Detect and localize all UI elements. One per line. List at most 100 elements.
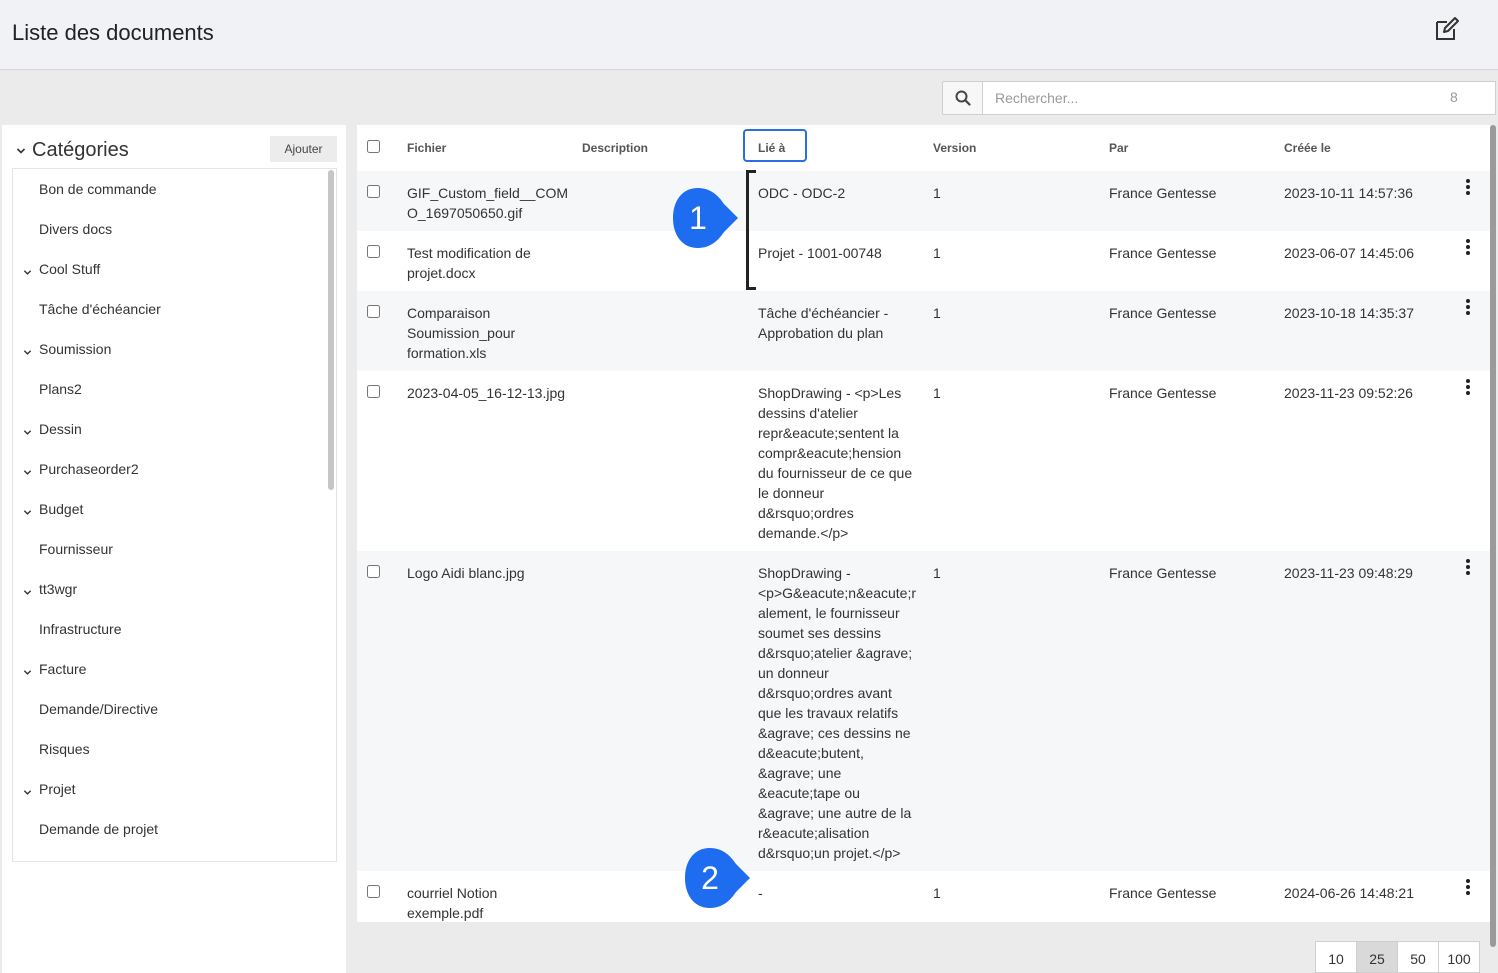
table-scrollbar[interactable] <box>1490 125 1496 947</box>
table-row[interactable]: 2023-04-05_16-12-13.jpg ShopDrawing - <p>… <box>357 371 1490 551</box>
category-scrollbar[interactable] <box>328 170 334 490</box>
category-label: Risques <box>39 741 90 757</box>
chevron-down-icon[interactable] <box>23 784 32 800</box>
sidebar-category-item[interactable]: Projet <box>13 769 323 809</box>
category-label: Plans2 <box>39 381 82 397</box>
cell-by: France Gentesse <box>1109 885 1217 901</box>
category-list: Bon de commande Divers docs Cool Stuff Tâch… <box>12 168 337 862</box>
category-label: Purchaseorder2 <box>39 461 139 477</box>
sidebar-category-item[interactable]: Budget <box>13 489 323 529</box>
row-checkbox[interactable] <box>367 185 380 198</box>
search-button[interactable] <box>942 81 983 115</box>
sidebar-category-item[interactable]: Demande de projet <box>13 809 323 849</box>
cell-file: Comparaison Soumission_pour formation.xl… <box>407 305 516 361</box>
search-input[interactable] <box>983 81 1496 115</box>
more-options-icon[interactable] <box>1463 237 1473 259</box>
row-checkbox[interactable] <box>367 885 380 898</box>
sidebar-category-item[interactable]: Divers docs <box>13 209 323 249</box>
chevron-down-icon[interactable] <box>23 424 32 440</box>
search-result-count: 8 <box>1450 89 1458 105</box>
cell-file: Test modification de projet.docx <box>407 245 531 281</box>
cell-file: Logo Aidi blanc.jpg <box>407 565 525 581</box>
more-options-icon[interactable] <box>1463 297 1473 319</box>
chevron-down-icon[interactable] <box>23 664 32 680</box>
table-row[interactable]: Comparaison Soumission_pour formation.xl… <box>357 291 1490 371</box>
cell-by: France Gentesse <box>1109 565 1217 581</box>
cell-version: 1 <box>933 185 941 201</box>
category-label: Infrastructure <box>39 621 122 637</box>
documents-table: Fichier Description Lié à Version Par Cr… <box>357 125 1490 922</box>
page-size-100-button[interactable]: 100 <box>1438 941 1480 973</box>
chevron-down-icon[interactable] <box>23 504 32 520</box>
row-checkbox[interactable] <box>367 305 380 318</box>
col-header-linked[interactable]: Lié à <box>758 141 785 155</box>
cell-version: 1 <box>933 885 941 901</box>
col-header-file[interactable]: Fichier <box>407 141 446 155</box>
category-label: Dessin <box>39 421 82 437</box>
cell-version: 1 <box>933 305 941 321</box>
chevron-down-icon[interactable] <box>23 264 32 280</box>
sidebar-category-item[interactable]: Plans2 <box>13 369 323 409</box>
sidebar-category-item[interactable]: Purchaseorder2 <box>13 449 323 489</box>
page-size-10-button[interactable]: 10 <box>1315 941 1357 973</box>
cell-version: 1 <box>933 565 941 581</box>
cell-by: France Gentesse <box>1109 185 1217 201</box>
more-options-icon[interactable] <box>1463 557 1473 579</box>
sidebar-category-item[interactable]: Tâche d'échéancier <box>13 289 323 329</box>
more-options-icon[interactable] <box>1463 877 1473 899</box>
sidebar-category-item[interactable]: Cool Stuff <box>13 249 323 289</box>
page-size-50-button[interactable]: 50 <box>1397 941 1439 973</box>
chevron-down-icon[interactable] <box>23 464 32 480</box>
row-checkbox[interactable] <box>367 565 380 578</box>
row-checkbox[interactable] <box>367 245 380 258</box>
table-row[interactable]: courriel Notion exemple.pdf - 1 France Gent… <box>357 871 1490 931</box>
cell-created: 2023-10-11 14:57:36 <box>1284 185 1413 201</box>
select-all-checkbox[interactable] <box>367 140 380 153</box>
cell-linked: ODC - ODC-2 <box>758 185 846 201</box>
col-header-created[interactable]: Créée le <box>1284 141 1331 155</box>
page-size-25-button[interactable]: 25 <box>1356 941 1398 973</box>
bracket-annotation <box>746 170 756 290</box>
category-label: Bon de commande <box>39 181 157 197</box>
search-icon <box>955 90 971 106</box>
sidebar-category-item[interactable]: Dessin <box>13 409 323 449</box>
cell-version: 1 <box>933 385 941 401</box>
sidebar-category-item[interactable]: Infrastructure <box>13 609 323 649</box>
cell-by: France Gentesse <box>1109 385 1217 401</box>
row-checkbox[interactable] <box>367 385 380 398</box>
category-label: tt3wgr <box>39 581 78 597</box>
cell-by: France Gentesse <box>1109 245 1217 261</box>
cell-created: 2023-10-18 14:35:37 <box>1284 305 1414 321</box>
category-label: Tâche d'échéancier <box>39 301 161 317</box>
chevron-down-icon[interactable] <box>23 344 32 360</box>
sidebar-category-item[interactable]: Soumission <box>13 329 323 369</box>
table-row[interactable]: GIF_Custom_field__COM O_1697050650.gif OD… <box>357 171 1490 231</box>
edit-icon[interactable] <box>1434 16 1460 42</box>
cell-file: courriel Notion exemple.pdf <box>407 885 498 921</box>
sidebar-category-item[interactable]: Bon de commande <box>13 169 323 209</box>
categories-header[interactable]: Catégories <box>16 139 129 162</box>
category-label: Divers docs <box>39 221 113 237</box>
cell-linked: ShopDrawing - <p>G&eacute;n&eacute;r ale… <box>758 565 916 861</box>
table-row[interactable]: Logo Aidi blanc.jpg ShopDrawing - <p>G&ea… <box>357 551 1490 871</box>
page-title: Liste des documents <box>12 20 214 45</box>
col-header-version[interactable]: Version <box>933 141 976 155</box>
sidebar-category-item[interactable]: Risques <box>13 729 323 769</box>
col-header-by[interactable]: Par <box>1109 141 1128 155</box>
cell-linked: - <box>758 885 763 901</box>
col-header-description[interactable]: Description <box>582 141 648 155</box>
chevron-down-icon[interactable] <box>23 584 32 600</box>
table-row[interactable]: Test modification de projet.docx Projet -… <box>357 231 1490 291</box>
sidebar-category-item[interactable]: Facture <box>13 649 323 689</box>
cell-linked: Tâche d'échéancier - Approbation du plan <box>758 305 889 341</box>
sidebar-category-item[interactable]: Fournisseur <box>13 529 323 569</box>
more-options-icon[interactable] <box>1463 377 1473 399</box>
sidebar-category-item[interactable]: tt3wgr <box>13 569 323 609</box>
cell-created: 2023-11-23 09:48:29 <box>1284 565 1413 581</box>
callout-badge-2: 2 <box>684 846 754 910</box>
cell-file: GIF_Custom_field__COM O_1697050650.gif <box>407 185 569 221</box>
cell-linked: ShopDrawing - <p>Les dessins d'atelier r… <box>758 385 913 541</box>
add-category-button[interactable]: Ajouter <box>270 136 337 162</box>
sidebar-category-item[interactable]: Demande/Directive <box>13 689 323 729</box>
more-options-icon[interactable] <box>1463 177 1473 199</box>
